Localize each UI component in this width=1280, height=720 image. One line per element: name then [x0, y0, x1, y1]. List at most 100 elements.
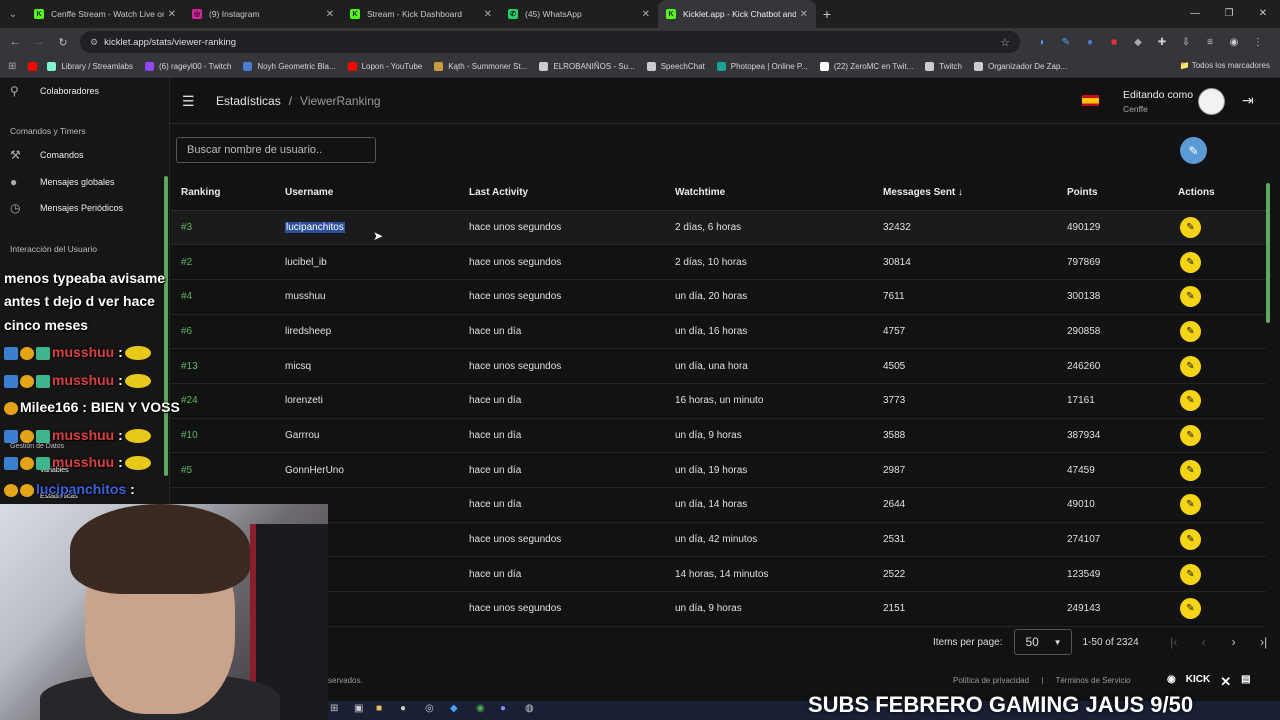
breadcrumb-root[interactable]: Estadísticas [216, 94, 281, 108]
table-row[interactable]: #13 micsq hace unos segundos un día, una ho… [171, 348, 1266, 384]
last-page-icon[interactable]: ›| [1249, 635, 1279, 649]
taskbar-app-icon[interactable]: ● [400, 703, 406, 714]
sidebar-item-mensajes-periodicos[interactable]: ◷ Mensajes Periódicos [10, 201, 123, 215]
sidebar-item-comandos[interactable]: ⚒ Comandos [10, 148, 84, 162]
username-text[interactable]: musshuu [285, 291, 326, 302]
steam-icon[interactable]: ◎ [425, 703, 434, 714]
all-bookmarks-button[interactable]: 📁 Todos los marcadores [1180, 61, 1270, 70]
bookmark-item[interactable]: ELROBANIÑOS - Su... [539, 62, 635, 71]
bookmark-item[interactable]: SpeechChat [646, 62, 705, 71]
media-icon[interactable]: ≡ [1198, 37, 1222, 48]
taskbar-app-icon[interactable]: ◆ [450, 703, 458, 714]
tab-close-icon[interactable]: ✕ [326, 9, 334, 20]
spain-flag-icon[interactable] [1082, 95, 1099, 106]
reload-icon[interactable]: ↻ [51, 36, 75, 49]
puzzle-icon[interactable]: ✚ [1150, 37, 1174, 48]
taskbar-app-icon[interactable]: ⊞ [330, 703, 338, 714]
table-row[interactable]: hace unos segundos un día, 42 minutos 2531… [171, 522, 1266, 558]
edit-button[interactable]: ✎ [1180, 563, 1201, 585]
menu-icon[interactable]: ⋮ [1246, 37, 1270, 48]
sidebar-item-colaboradores[interactable]: ⚲ Colaboradores [10, 84, 99, 98]
bookmark-star-icon[interactable]: ☆ [1000, 36, 1010, 49]
edit-button[interactable]: ✎ [1180, 598, 1201, 620]
extension-icon[interactable]: ◆ [1126, 37, 1150, 48]
sidebar-item-mensajes-globales[interactable]: ● Mensajes globales [10, 175, 115, 189]
browser-tab[interactable]: ◎ (9) Instagram ✕ [184, 0, 342, 28]
table-row[interactable]: #3 lucipanchitos hace unos segundos 2 días,… [171, 210, 1266, 246]
table-row[interactable]: #4 musshuu hace unos segundos un día, 20 ho… [171, 279, 1266, 315]
bookmark-item[interactable]: Noyh Geometric Bla... [243, 62, 336, 71]
obs-icon[interactable]: ◍ [525, 703, 534, 714]
download-icon[interactable]: ⇩ [1174, 37, 1198, 48]
new-tab-button[interactable]: + [816, 6, 838, 22]
items-per-page-select[interactable]: 50 ▼ [1014, 629, 1073, 655]
edit-button[interactable]: ✎ [1180, 320, 1201, 342]
table-row[interactable]: #5 GonnHerUno hace un día un día, 19 horas 2… [171, 452, 1266, 488]
bookmark-item[interactable]: Twitch [925, 62, 962, 71]
username-text[interactable]: lucibel_ib [285, 257, 327, 268]
username-text[interactable]: lorenzeti [285, 395, 323, 406]
username-text[interactable]: lucipanchitos [285, 221, 345, 233]
bookmark-item[interactable]: Library / Streamlabs [47, 62, 133, 71]
profile-icon[interactable]: ◉ [1222, 37, 1246, 48]
logout-icon[interactable]: ⇥ [1242, 92, 1254, 109]
restore-icon[interactable]: ❐ [1212, 0, 1246, 28]
browser-tab[interactable]: K Cenffe Stream - Watch Live on ✕ [26, 0, 184, 28]
table-row[interactable]: hace unos segundos un día, 9 horas 2151 249… [171, 591, 1266, 627]
edit-button[interactable]: ✎ [1180, 424, 1201, 446]
prev-page-icon[interactable]: ‹ [1189, 635, 1219, 649]
back-icon[interactable]: ← [3, 36, 27, 48]
bookmark-item[interactable]: Photopea | Online P... [716, 62, 808, 71]
username-text[interactable]: GonnHerUno [285, 465, 344, 476]
table-row[interactable]: #2 lucibel_ib hace unos segundos 2 días, 10… [171, 244, 1266, 280]
next-page-icon[interactable]: › [1219, 635, 1249, 649]
column-points[interactable]: Points [1057, 175, 1168, 211]
edit-button[interactable]: ✎ [1180, 216, 1201, 238]
extension-icon[interactable]: ◗ [1030, 37, 1054, 48]
bookmark-item[interactable]: (22) ZeroMC en Twit... [819, 62, 913, 71]
extension-icon[interactable]: ■ [1102, 37, 1126, 48]
minimize-icon[interactable]: — [1178, 0, 1212, 28]
table-row[interactable]: #10 Garrrou hace un día un día, 9 horas 3588… [171, 418, 1266, 454]
apps-icon[interactable]: ⊞ [8, 61, 16, 72]
eraser-button[interactable]: ✎ [1180, 137, 1207, 164]
username-text[interactable]: micsq [285, 361, 311, 372]
tab-close-icon[interactable]: ✕ [168, 9, 176, 20]
username-search-input[interactable] [176, 137, 376, 163]
edit-button[interactable]: ✎ [1180, 494, 1201, 516]
discord-icon[interactable]: ● [500, 703, 506, 714]
table-row[interactable]: hace un día 14 horas, 14 minutos 2522 12354… [171, 556, 1266, 593]
edit-button[interactable]: ✎ [1180, 459, 1201, 481]
tab-close-icon[interactable]: ✕ [642, 9, 650, 20]
menu-toggle-icon[interactable]: ☰ [182, 93, 195, 110]
bookmark-item[interactable]: Organizador De Zap... [973, 62, 1067, 71]
folder-icon[interactable]: ■ [376, 703, 382, 714]
browser-tab[interactable]: K Stream - Kick Dashboard ✕ [342, 0, 500, 28]
browser-tab[interactable]: ✆ (45) WhatsApp ✕ [500, 0, 658, 28]
edit-button[interactable]: ✎ [1180, 286, 1201, 308]
bookmark-item[interactable]: Lopon - YouTube [347, 62, 422, 71]
column-ranking[interactable]: Ranking [171, 175, 275, 211]
column-username[interactable]: Username [275, 175, 459, 211]
terms-link[interactable]: Términos de Servicio [1055, 676, 1130, 685]
edit-button[interactable]: ✎ [1180, 529, 1201, 551]
extension-icon[interactable]: ✎ [1054, 37, 1078, 48]
url-bar[interactable]: ⚙ kicklet.app/stats/viewer-ranking ☆ [80, 31, 1020, 53]
column-watchtime[interactable]: Watchtime [665, 175, 873, 211]
chrome-icon[interactable]: ◉ [476, 703, 485, 714]
column-last-activity[interactable]: Last Activity [459, 175, 665, 211]
edit-button[interactable]: ✎ [1180, 390, 1201, 412]
privacy-link[interactable]: Política de privacidad [953, 676, 1029, 685]
table-row[interactable]: #6 liredsheep hace un día un día, 16 horas 4… [171, 314, 1266, 350]
column-messages-sent[interactable]: Messages Sent ↓ [873, 175, 1057, 211]
bookmark-item[interactable]: Kąth - Summoner St... [434, 62, 527, 71]
edit-button[interactable]: ✎ [1180, 251, 1201, 273]
forward-icon[interactable]: → [27, 36, 51, 48]
table-row[interactable]: #24 lorenzeti hace un día 16 horas, un minu… [171, 383, 1266, 419]
extension-icon[interactable]: ● [1078, 37, 1102, 48]
first-page-icon[interactable]: |‹ [1159, 635, 1189, 649]
bookmark-item[interactable]: (6) rageyl00 - Twitch [144, 62, 231, 71]
close-window-icon[interactable]: ✕ [1246, 0, 1280, 28]
username-text[interactable]: Garrrou [285, 430, 319, 441]
site-info-icon[interactable]: ⚙ [90, 37, 98, 48]
